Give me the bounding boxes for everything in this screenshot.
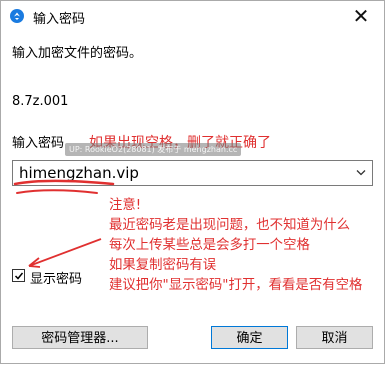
password-dialog: 输入密码 ✕ 输入加密文件的密码。 8.7z.001 输入密码 如果出现空格，删…: [0, 0, 385, 364]
password-input[interactable]: [19, 163, 339, 183]
window-title: 输入密码: [33, 12, 86, 27]
password-label: 输入密码: [12, 136, 65, 151]
annotation-line: 建议把你"显示密码"打开，看看是否有空格: [109, 278, 363, 293]
annotation-line: 最近密码老是出现问题，也不知道为什么: [109, 218, 351, 233]
title-bar: 输入密码 ✕: [1, 1, 384, 31]
checkmark-icon: [14, 272, 24, 280]
annotation-warning: 注意! 最近密码老是出现问题，也不知道为什么 每次上传某些总是会多打一个空格 如…: [109, 196, 362, 296]
underline-mark-2: [16, 189, 98, 194]
close-icon[interactable]: ✕: [338, 1, 384, 31]
show-password-checkbox[interactable]: [12, 269, 25, 282]
file-name: 8.7z.001: [12, 94, 69, 109]
password-combobox[interactable]: [12, 160, 373, 186]
annotation-line: 注意!: [109, 198, 142, 213]
password-manager-button[interactable]: 密码管理器...: [12, 326, 148, 349]
cancel-button[interactable]: 取消: [296, 326, 373, 349]
prompt-text: 输入加密文件的密码。: [12, 46, 143, 61]
ok-button[interactable]: 确定: [211, 326, 288, 349]
chevron-down-icon[interactable]: [356, 169, 366, 177]
arrow-line: [28, 238, 102, 267]
watermark-text: UP: RookieO2(28081) 发布于 mengzhan.cc: [65, 143, 242, 156]
annotation-line: 每次上传某些总是会多打一个空格: [109, 238, 310, 253]
show-password-label[interactable]: 显示密码: [30, 268, 82, 287]
arrow-head: [28, 257, 41, 268]
annotation-line: 如果复制密码有误: [109, 258, 217, 273]
app-logo-icon: [10, 9, 24, 23]
